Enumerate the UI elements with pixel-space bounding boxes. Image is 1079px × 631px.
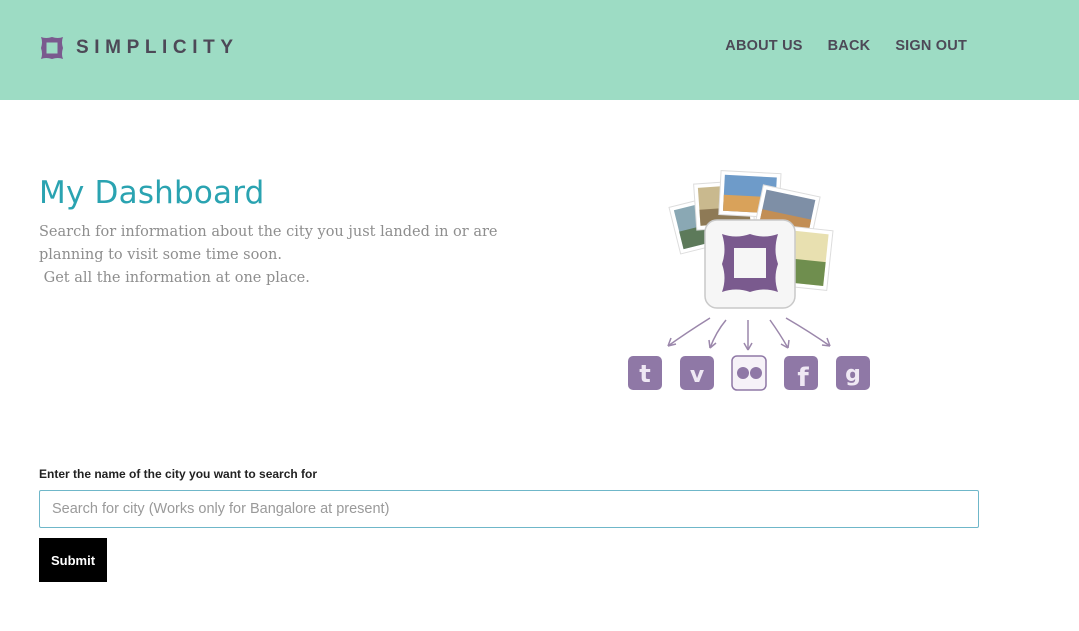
tumblr-icon: t bbox=[628, 356, 662, 390]
svg-text:v: v bbox=[690, 363, 705, 388]
arrows-icon bbox=[667, 317, 831, 351]
svg-text:t: t bbox=[639, 360, 650, 388]
svg-text:f: f bbox=[797, 363, 809, 393]
vimeo-icon: v bbox=[680, 356, 714, 390]
google-icon: g bbox=[836, 356, 870, 390]
svg-text:g: g bbox=[845, 362, 861, 387]
intro-line: Search for information about the city yo… bbox=[39, 224, 498, 240]
search-label: Enter the name of the city you want to s… bbox=[39, 467, 318, 481]
city-search-input[interactable] bbox=[39, 490, 979, 528]
frame-app-icon bbox=[704, 219, 796, 309]
nav-sign-out[interactable]: SIGN OUT bbox=[895, 38, 967, 54]
intro-text: Search for information about the city yo… bbox=[39, 221, 509, 290]
intro-line: planning to visit some time soon. bbox=[39, 247, 282, 263]
top-nav: ABOUT US BACK SIGN OUT bbox=[700, 38, 967, 54]
facebook-icon: f bbox=[784, 356, 818, 393]
brand-name: SIMPLICITY bbox=[76, 37, 239, 58]
hero-illustration: t v f g bbox=[628, 170, 870, 393]
page-title: My Dashboard bbox=[39, 175, 265, 211]
nav-back[interactable]: BACK bbox=[828, 38, 871, 54]
frame-logo-icon bbox=[41, 37, 63, 59]
site-header: SIMPLICITY ABOUT US BACK SIGN OUT bbox=[0, 0, 1079, 100]
brand[interactable]: SIMPLICITY bbox=[39, 35, 239, 61]
submit-button[interactable]: Submit bbox=[39, 538, 107, 582]
nav-about-us[interactable]: ABOUT US bbox=[725, 38, 802, 54]
intro-line: Get all the information at one place. bbox=[39, 270, 310, 286]
flickr-icon bbox=[731, 355, 767, 391]
